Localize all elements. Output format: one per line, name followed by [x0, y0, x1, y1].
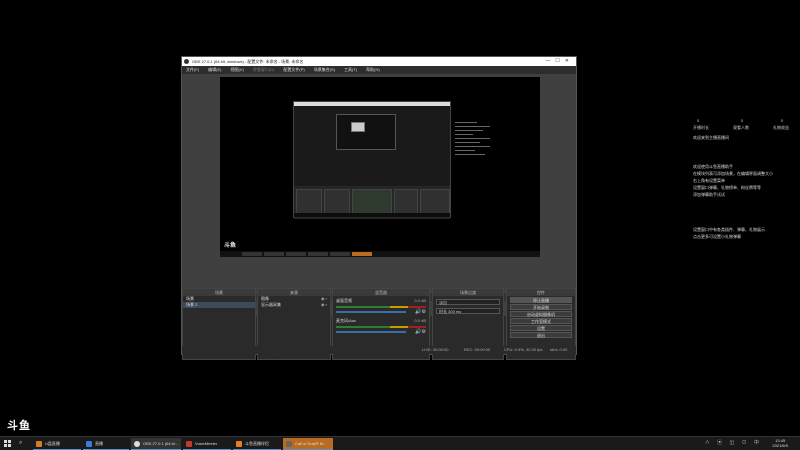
taskbar-app[interactable]: 斗鱼直播伴侣 — [233, 438, 281, 450]
stop-streaming-button[interactable]: 停止直播 — [510, 297, 572, 303]
duration-value: 300 ms — [448, 309, 462, 314]
sources-dock-title: 来源 — [258, 289, 330, 296]
taskbar-app[interactable]: 直播 — [83, 438, 129, 450]
duration-label: 时长 — [439, 309, 447, 314]
rec-timer: REC: 00:00:00 — [464, 347, 491, 352]
scenes-dock-title: 场景 — [183, 289, 255, 296]
help-text: 欢迎使用斗鱼直播助手 在模块列表可添加场景，在编辑界面调整大小 右上角有设置菜单… — [693, 164, 773, 197]
windows-taskbar: ⌕ U盘直播 直播 OBS 27.0.1 (64 bi... VoiceMeet… — [0, 436, 800, 450]
speaker-icon[interactable]: 🔊⚙ — [415, 329, 426, 335]
count-left: 0 — [697, 118, 700, 123]
taskbar-app-label: U盘直播 — [45, 441, 60, 446]
virtual-camera-button[interactable]: 启动虚拟摄像机 — [510, 311, 572, 317]
scene-item[interactable]: 场景 2 — [183, 302, 255, 308]
obs-window-title: OBS 27.0.1 (64 bit, windows) - 配置文件: 未命名… — [192, 59, 304, 64]
source-item-label: 图像 — [261, 296, 269, 301]
count-right: 0 — [781, 118, 784, 123]
speaker-icon[interactable]: 🔊⚙ — [415, 309, 426, 315]
taskbar-app[interactable]: U盘直播 — [33, 438, 81, 450]
menu-edit[interactable]: 编辑(E) — [208, 66, 221, 74]
obs-menu-bar: 文件(F) 编辑(E) 视图(V) 停靠窗口(D) 配置文件(P) 场景集合(S… — [182, 66, 576, 74]
clock-date: 2021/6/9 — [772, 443, 788, 448]
app-icon — [286, 441, 292, 447]
plugin-text: 设置窗口中有各类插件、弹幕、礼物展示 点击更多可设置小礼物弹幕 — [693, 227, 765, 239]
taskbar-app-label: Call of Duty® M... — [295, 441, 327, 446]
obs-main-area: 斗鱼 无选择源 属性 滤镜 场景 场景 场景 2 + − ∧ ∨ 来源 — [182, 74, 576, 360]
volume-meter — [336, 326, 426, 328]
exit-button[interactable]: 退出 — [510, 332, 572, 338]
menu-scene-collection[interactable]: 场景集合(S) — [314, 66, 335, 74]
transition-select[interactable]: 淡出 — [436, 299, 500, 305]
menu-view[interactable]: 视图(V) — [230, 66, 243, 74]
mixer-channel: 桌面音频 0.0 dB 🔊⚙ — [333, 296, 429, 316]
douyu-watermark: 斗鱼 — [7, 420, 31, 432]
controls-dock-title: 控件 — [507, 289, 575, 296]
channel-db: 0.0 dB — [414, 318, 426, 323]
welcome-line: 欢迎来到主播直播间 — [693, 135, 729, 140]
source-item-label: 显示器采集 — [261, 302, 281, 307]
source-item[interactable]: 显示器采集 ◉ ▪ — [258, 302, 330, 308]
count-mid: 0 — [741, 118, 744, 123]
channel-db: 0.0 dB — [414, 298, 426, 303]
obs-title-bar: OBS 27.0.1 (64 bit, windows) - 配置文件: 未命名… — [182, 57, 576, 66]
app-icon — [36, 441, 42, 447]
taskbar-app[interactable]: OBS 27.0.1 (64 bi... — [131, 438, 181, 450]
eye-lock-icon[interactable]: ◉ ▪ — [321, 302, 327, 308]
system-tray[interactable]: ∧ ▣ ◫ ⊙ 中 — [705, 439, 762, 446]
volume-slider[interactable] — [336, 311, 407, 313]
stat-label: 开播时长 — [693, 125, 709, 130]
stat-label: 礼物收益 — [773, 125, 789, 130]
menu-help[interactable]: 帮助(H) — [366, 66, 380, 74]
taskbar-clock[interactable]: 13:45 2021/6/9 — [772, 438, 788, 448]
taskbar-app-label: OBS 27.0.1 (64 bi... — [143, 441, 179, 446]
studio-mode-button[interactable]: 工作室模式 — [510, 318, 572, 324]
preview-douyu-logo: 斗鱼 — [224, 243, 237, 249]
obs-app-icon — [184, 59, 189, 64]
app-icon — [186, 441, 192, 447]
start-recording-button[interactable]: 开始录制 — [510, 304, 572, 310]
menu-tools[interactable]: 工具(T) — [344, 66, 357, 74]
preview-taskbar — [220, 251, 540, 257]
bitrate: kb/s: 0.00 — [550, 347, 568, 352]
search-icon[interactable]: ⌕ — [19, 440, 22, 447]
channel-name: 麦克风/Aux — [336, 318, 357, 323]
taskbar-app-label: 斗鱼直播伴侣 — [245, 441, 269, 446]
app-icon — [236, 441, 242, 447]
preview-canvas[interactable]: 斗鱼 — [220, 77, 540, 257]
settings-button[interactable]: 设置 — [510, 325, 572, 331]
menu-profile[interactable]: 配置文件(P) — [283, 66, 304, 74]
preview-chat-overlay — [455, 122, 490, 158]
nested-obs-capture — [293, 101, 451, 219]
taskbar-app[interactable]: Call of Duty® M... — [283, 438, 333, 450]
volume-slider[interactable] — [336, 331, 407, 333]
windows-start-icon[interactable] — [4, 440, 12, 448]
menu-docks[interactable]: 停靠窗口(D) — [253, 66, 275, 74]
taskbar-app[interactable]: VoiceMeeter — [183, 438, 231, 450]
channel-name: 桌面音频 — [336, 298, 352, 303]
window-controls[interactable]: —☐✕ — [545, 57, 574, 66]
transition-duration[interactable]: 时长 300 ms — [436, 308, 500, 314]
volume-meter — [336, 306, 426, 308]
mixer-channel: 麦克风/Aux 0.0 dB 🔊⚙ — [333, 316, 429, 336]
live-timer: LIVE: 00:00:00 — [422, 347, 449, 352]
obs-icon — [134, 441, 140, 447]
obs-window: OBS 27.0.1 (64 bit, windows) - 配置文件: 未命名… — [181, 56, 577, 360]
obs-status-bar: LIVE: 00:00:00 REC: 00:00:00 CPU: 0.9%, … — [182, 346, 576, 354]
app-icon — [86, 441, 92, 447]
stream-assistant-panel: 0 0 0 开播时长 观看人数 礼物收益 欢迎来到主播直播间 欢迎使用斗鱼直播助… — [693, 118, 798, 240]
cpu-fps: CPU: 0.9%, 30.00 fps — [504, 347, 543, 352]
stat-label: 观看人数 — [733, 125, 749, 130]
mixer-dock-title: 混音器 — [333, 289, 429, 296]
menu-file[interactable]: 文件(F) — [186, 66, 199, 74]
taskbar-app-label: 直播 — [95, 441, 103, 446]
taskbar-app-label: VoiceMeeter — [195, 441, 218, 446]
transitions-dock-title: 场景过渡 — [433, 289, 503, 296]
